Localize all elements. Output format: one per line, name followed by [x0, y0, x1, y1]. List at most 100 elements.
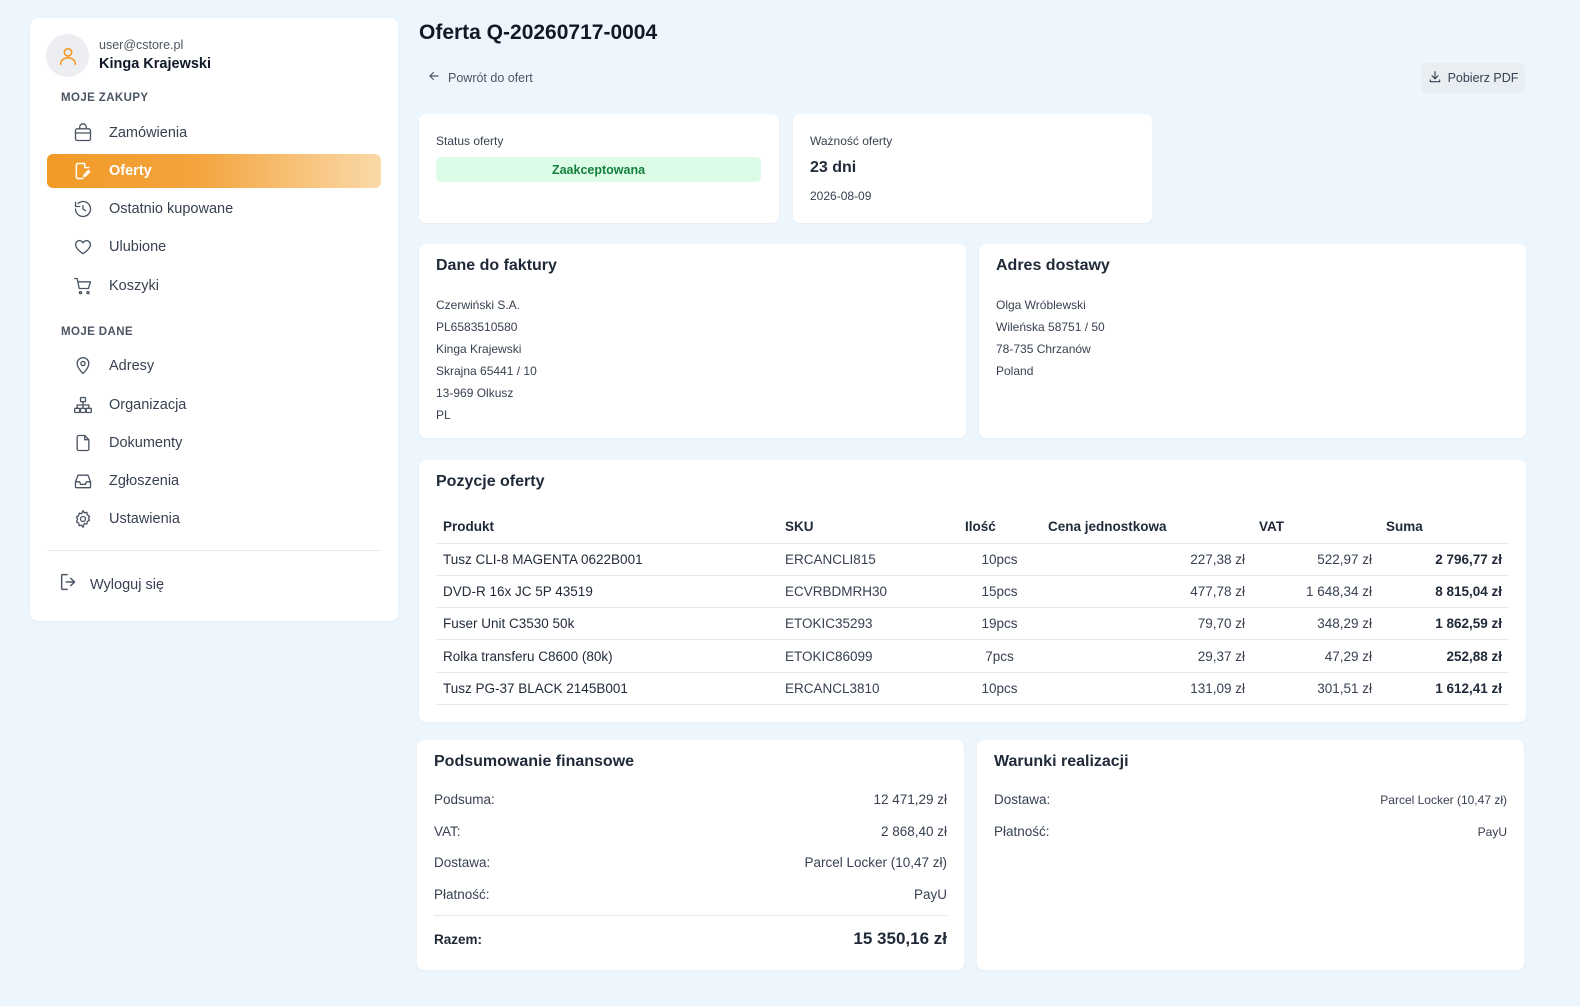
shipping-value: Parcel Locker (10,47 zł): [804, 855, 947, 870]
total-row: Razem: 15 350,16 zł: [434, 929, 947, 949]
total-value: 15 350,16 zł: [853, 929, 947, 948]
validity-date: 2026-08-09: [810, 189, 872, 203]
org-chart-icon: [73, 395, 93, 415]
financial-summary-card: Podsumowanie finansowe Podsuma: 12 471,2…: [417, 740, 964, 970]
payment-label: Płatność:: [434, 887, 490, 902]
cell-vat: 301,51 zł: [1252, 672, 1379, 705]
sidebar-item-orders[interactable]: Zamówienia: [47, 116, 381, 150]
cell-unit-price: 477,78 zł: [1041, 575, 1252, 609]
shipping-row: Dostawa: Parcel Locker (10,47 zł): [434, 855, 947, 870]
cell-unit-price: 227,38 zł: [1041, 543, 1252, 576]
table-header-row: Produkt SKU Ilość Cena jednostkowa VAT S…: [436, 510, 1509, 544]
shipping-label: Dostawa:: [434, 855, 491, 870]
vat-row: VAT: 2 868,40 zł: [434, 824, 947, 839]
table-row: DVD-R 16x JC 5P 43519 ECVRBDMRH30 15pcs …: [436, 575, 1509, 609]
sidebar: user@cstore.pl Kinga Krajewski MOJE ZAKU…: [30, 18, 398, 621]
conditions-title: Warunki realizacji: [994, 753, 1129, 770]
avatar: [46, 34, 89, 77]
cell-sku: ETOKIC86099: [778, 639, 958, 673]
sidebar-item-favorites[interactable]: Ulubione: [47, 230, 381, 264]
subtotal-value: 12 471,29 zł: [873, 792, 947, 807]
back-link-label: Powrót do ofert: [448, 70, 533, 85]
inbox-icon: [73, 471, 93, 491]
payment-row: Płatność: PayU: [434, 887, 947, 902]
invoice-line: PL: [436, 407, 451, 422]
financial-title: Podsumowanie finansowe: [434, 753, 635, 770]
delivery-title: Adres dostawy: [996, 257, 1110, 274]
status-card: Status oferty Zaakceptowana: [419, 114, 779, 223]
invoice-line: PL6583510580: [436, 319, 518, 334]
column-header-vat: VAT: [1252, 510, 1379, 544]
cell-qty: 19pcs: [958, 607, 1041, 641]
section-title-purchases: MOJE ZAKUPY: [61, 92, 149, 104]
sidebar-item-label: Koszyki: [109, 278, 159, 294]
cell-product: DVD-R 16x JC 5P 43519: [436, 575, 778, 609]
download-pdf-button[interactable]: Pobierz PDF: [1421, 63, 1525, 93]
invoice-line: 13-969 Olkusz: [436, 385, 514, 400]
conditions-shipping-value: Parcel Locker (10,47 zł): [1380, 792, 1507, 807]
cell-sum: 2 796,77 zł: [1379, 543, 1509, 576]
summary-divider: [434, 915, 947, 916]
section-title-data: MOJE DANE: [61, 326, 133, 338]
heart-icon: [73, 237, 93, 257]
conditions-shipping-label: Dostawa:: [994, 792, 1051, 807]
cell-product: Tusz PG-37 BLACK 2145B001: [436, 672, 778, 705]
delivery-card: Adres dostawy Olga Wróblewski Wileńska 5…: [979, 244, 1526, 438]
logout-button[interactable]: Wyloguj się: [58, 571, 164, 598]
table-row: Tusz CLI-8 MAGENTA 0622B001 ERCANCLI815 …: [436, 543, 1509, 576]
vat-label: VAT:: [434, 824, 461, 839]
column-header-sku: SKU: [778, 510, 958, 544]
subtotal-row: Podsuma: 12 471,29 zł: [434, 792, 947, 807]
document-icon: [73, 433, 93, 453]
cell-qty: 7pcs: [958, 639, 1041, 673]
history-icon: [73, 199, 93, 219]
invoice-card: Dane do faktury Czerwiński S.A. PL658351…: [419, 244, 966, 438]
sidebar-item-organization[interactable]: Organizacja: [47, 388, 381, 422]
cell-sku: ETOKIC35293: [778, 607, 958, 641]
delivery-line: Poland: [996, 363, 1034, 378]
sidebar-item-settings[interactable]: Ustawienia: [47, 502, 381, 536]
sidebar-item-label: Ulubione: [109, 239, 167, 255]
sidebar-item-carts[interactable]: Koszyki: [47, 269, 381, 303]
conditions-payment-label: Płatność:: [994, 824, 1050, 839]
user-icon: [59, 47, 76, 65]
cell-vat: 522,97 zł: [1252, 543, 1379, 576]
sidebar-item-documents[interactable]: Dokumenty: [47, 426, 381, 460]
cell-qty: 15pcs: [958, 575, 1041, 609]
page-title: Oferta Q-20260717-0004: [419, 21, 658, 44]
column-header-qty: Ilość: [958, 510, 1041, 544]
sidebar-item-recently-bought[interactable]: Ostatnio kupowane: [47, 192, 381, 226]
validity-days: 23 dni: [810, 159, 857, 176]
column-header-product: Produkt: [436, 510, 778, 544]
cart-icon: [73, 276, 93, 296]
column-header-unit-price: Cena jednostkowa: [1041, 510, 1252, 544]
total-label: Razem:: [434, 931, 483, 947]
sidebar-item-tickets[interactable]: Zgłoszenia: [47, 464, 381, 498]
sidebar-item-label: Ustawienia: [109, 511, 180, 527]
user-box: user@cstore.pl Kinga Krajewski: [46, 34, 211, 77]
edit-document-icon: [73, 161, 93, 181]
table-row: Fuser Unit C3530 50k ETOKIC35293 19pcs 7…: [436, 607, 1509, 641]
payment-value: PayU: [913, 887, 947, 902]
delivery-address: Olga Wróblewski Wileńska 58751 / 50 78-7…: [996, 295, 1105, 383]
cell-product: Rolka transferu C8600 (80k): [436, 639, 778, 673]
sidebar-item-addresses[interactable]: Adresy: [47, 349, 381, 383]
delivery-line: Wileńska 58751 / 50: [996, 319, 1105, 334]
cell-qty: 10pcs: [958, 543, 1041, 576]
sidebar-item-offers[interactable]: Oferty: [47, 154, 381, 188]
conditions-card: Warunki realizacji Dostawa: Parcel Locke…: [977, 740, 1524, 970]
cell-product: Tusz CLI-8 MAGENTA 0622B001: [436, 543, 778, 576]
validity-label: Ważność oferty: [810, 134, 893, 148]
arrow-left-icon: [427, 69, 441, 86]
gear-icon: [73, 509, 93, 529]
back-to-offers-link[interactable]: Powrót do ofert: [427, 69, 533, 86]
cell-sum: 1 862,59 zł: [1379, 607, 1509, 641]
delivery-line: 78-735 Chrzanów: [996, 341, 1091, 356]
logout-icon: [58, 571, 80, 598]
cell-vat: 47,29 zł: [1252, 639, 1379, 673]
conditions-payment-row: Płatność: PayU: [994, 824, 1507, 839]
vat-value: 2 868,40 zł: [880, 824, 947, 839]
table-row: Rolka transferu C8600 (80k) ETOKIC86099 …: [436, 639, 1509, 673]
offer-items-card: Pozycje oferty Produkt SKU Ilość Cena je…: [419, 460, 1526, 722]
invoice-address: Czerwiński S.A. PL6583510580 Kinga Kraje…: [436, 295, 537, 426]
